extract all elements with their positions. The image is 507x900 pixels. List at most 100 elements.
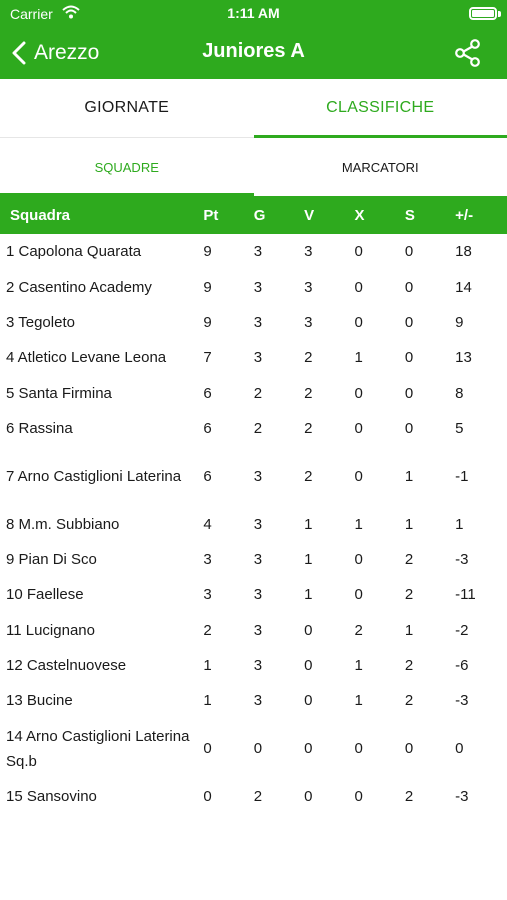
losses: 0 xyxy=(404,313,414,331)
table-row: 7 Arno Castiglioni Laterina 6 3 2 0 1 -1 xyxy=(0,446,507,506)
table-row: 11 Lucignano 2 3 0 2 1 -2 xyxy=(0,613,507,648)
navigation-bar: Arezzo Juniores A xyxy=(0,28,507,79)
losses: 2 xyxy=(404,787,414,805)
draws: 2 xyxy=(354,621,363,639)
played: 3 xyxy=(253,692,263,710)
team-name: 4 Atletico Levane Leona xyxy=(6,349,167,367)
page-title: Juniores A xyxy=(202,40,305,62)
tab-classifiche[interactable]: CLASSIFICHE xyxy=(253,79,507,138)
team-name: 8 M.m. Subbiano xyxy=(6,515,120,533)
team-name: 10 Faellese xyxy=(6,586,84,604)
points: 9 xyxy=(203,243,212,261)
team-name: 14 Arno Castiglioni Laterina Sq.b xyxy=(6,727,190,770)
subtab-squadre[interactable]: SQUADRE xyxy=(0,138,254,196)
draws: 0 xyxy=(354,740,363,758)
played: 2 xyxy=(253,420,263,438)
table-row: 15 Sansovino 0 2 0 0 2 -3 xyxy=(0,779,507,814)
main-tabs: GIORNATE CLASSIFICHE xyxy=(0,79,507,138)
team-name: 9 Pian Di Sco xyxy=(6,550,97,568)
battery-icon xyxy=(469,7,497,20)
table-row: 8 M.m. Subbiano 4 3 1 1 1 1 xyxy=(0,506,507,541)
header-g: G xyxy=(253,206,266,224)
goal-difference: 1 xyxy=(455,515,464,533)
draws: 0 xyxy=(354,550,363,568)
played: 2 xyxy=(253,384,263,402)
wins: 0 xyxy=(304,740,313,758)
wins: 3 xyxy=(304,313,313,331)
losses: 2 xyxy=(404,692,414,710)
header-pt: Pt xyxy=(203,206,219,224)
played: 3 xyxy=(253,278,263,296)
goal-difference: 8 xyxy=(455,384,464,402)
draws: 0 xyxy=(354,420,363,438)
losses: 1 xyxy=(404,467,414,485)
points: 9 xyxy=(203,278,212,296)
team-name: 11 Lucignano xyxy=(6,621,95,639)
table-row: 13 Bucine 1 3 0 1 2 -3 xyxy=(0,683,507,718)
wins: 1 xyxy=(304,515,313,533)
clock: 1:11 AM xyxy=(227,5,280,21)
goal-difference: -11 xyxy=(455,586,476,604)
wins: 0 xyxy=(304,692,313,710)
table-row: 2 Casentino Academy 9 3 3 0 0 14 xyxy=(0,269,507,304)
wins: 3 xyxy=(304,278,313,296)
draws: 0 xyxy=(354,467,363,485)
draws: 0 xyxy=(354,384,363,402)
share-button[interactable] xyxy=(453,38,483,68)
header-s: S xyxy=(404,206,415,224)
goal-difference: -3 xyxy=(455,692,469,710)
team-name: 6 Rassina xyxy=(6,420,73,438)
goal-difference: -1 xyxy=(455,467,469,485)
header-v: V xyxy=(304,206,315,224)
draws: 0 xyxy=(354,313,363,331)
losses: 0 xyxy=(404,740,414,758)
subtab-marcatori[interactable]: MARCATORI xyxy=(254,138,507,196)
goal-difference: 5 xyxy=(455,420,464,438)
draws: 0 xyxy=(354,787,363,805)
points: 4 xyxy=(203,515,212,533)
table-header: Squadra Pt G V X S +/- xyxy=(0,196,507,234)
played: 3 xyxy=(253,349,263,367)
draws: 1 xyxy=(354,515,363,533)
points: 2 xyxy=(203,621,212,639)
points: 9 xyxy=(203,313,212,331)
goal-difference: 0 xyxy=(455,740,464,758)
wins: 3 xyxy=(304,243,313,261)
losses: 2 xyxy=(404,586,414,604)
played: 3 xyxy=(253,313,263,331)
share-icon xyxy=(455,39,480,67)
team-name: 3 Tegoleto xyxy=(6,313,75,331)
wins: 1 xyxy=(304,586,313,604)
team-name: 12 Castelnuovese xyxy=(6,657,127,675)
losses: 2 xyxy=(404,657,414,675)
points: 3 xyxy=(203,586,212,604)
draws: 0 xyxy=(354,278,363,296)
losses: 1 xyxy=(404,621,414,639)
table-row: 5 Santa Firmina 6 2 2 0 0 8 xyxy=(0,376,507,411)
goal-difference: 9 xyxy=(455,313,464,331)
wins: 1 xyxy=(304,550,313,568)
draws: 1 xyxy=(354,349,363,367)
table-row: 9 Pian Di Sco 3 3 1 0 2 -3 xyxy=(0,542,507,577)
team-name: 5 Santa Firmina xyxy=(6,384,112,402)
played: 0 xyxy=(253,740,263,758)
wins: 0 xyxy=(304,787,313,805)
table-row: 3 Tegoleto 9 3 3 0 0 9 xyxy=(0,305,507,340)
sub-tabs: SQUADRE MARCATORI xyxy=(0,138,507,196)
tab-giornate[interactable]: GIORNATE xyxy=(0,79,254,137)
played: 3 xyxy=(253,586,263,604)
wins: 2 xyxy=(304,467,313,485)
points: 0 xyxy=(203,787,212,805)
standings-table: Squadra Pt G V X S +/- 1 Capolona Quarat… xyxy=(0,196,507,814)
goal-difference: -3 xyxy=(455,787,469,805)
header-diff: +/- xyxy=(455,206,474,224)
table-row: 12 Castelnuovese 1 3 0 1 2 -6 xyxy=(0,648,507,683)
played: 3 xyxy=(253,550,263,568)
team-name: 2 Casentino Academy xyxy=(6,278,152,296)
goal-difference: 14 xyxy=(455,278,472,296)
points: 0 xyxy=(203,740,212,758)
points: 7 xyxy=(203,349,212,367)
goal-difference: 18 xyxy=(455,243,472,261)
header-squadra: Squadra xyxy=(10,206,71,224)
points: 6 xyxy=(203,384,212,402)
